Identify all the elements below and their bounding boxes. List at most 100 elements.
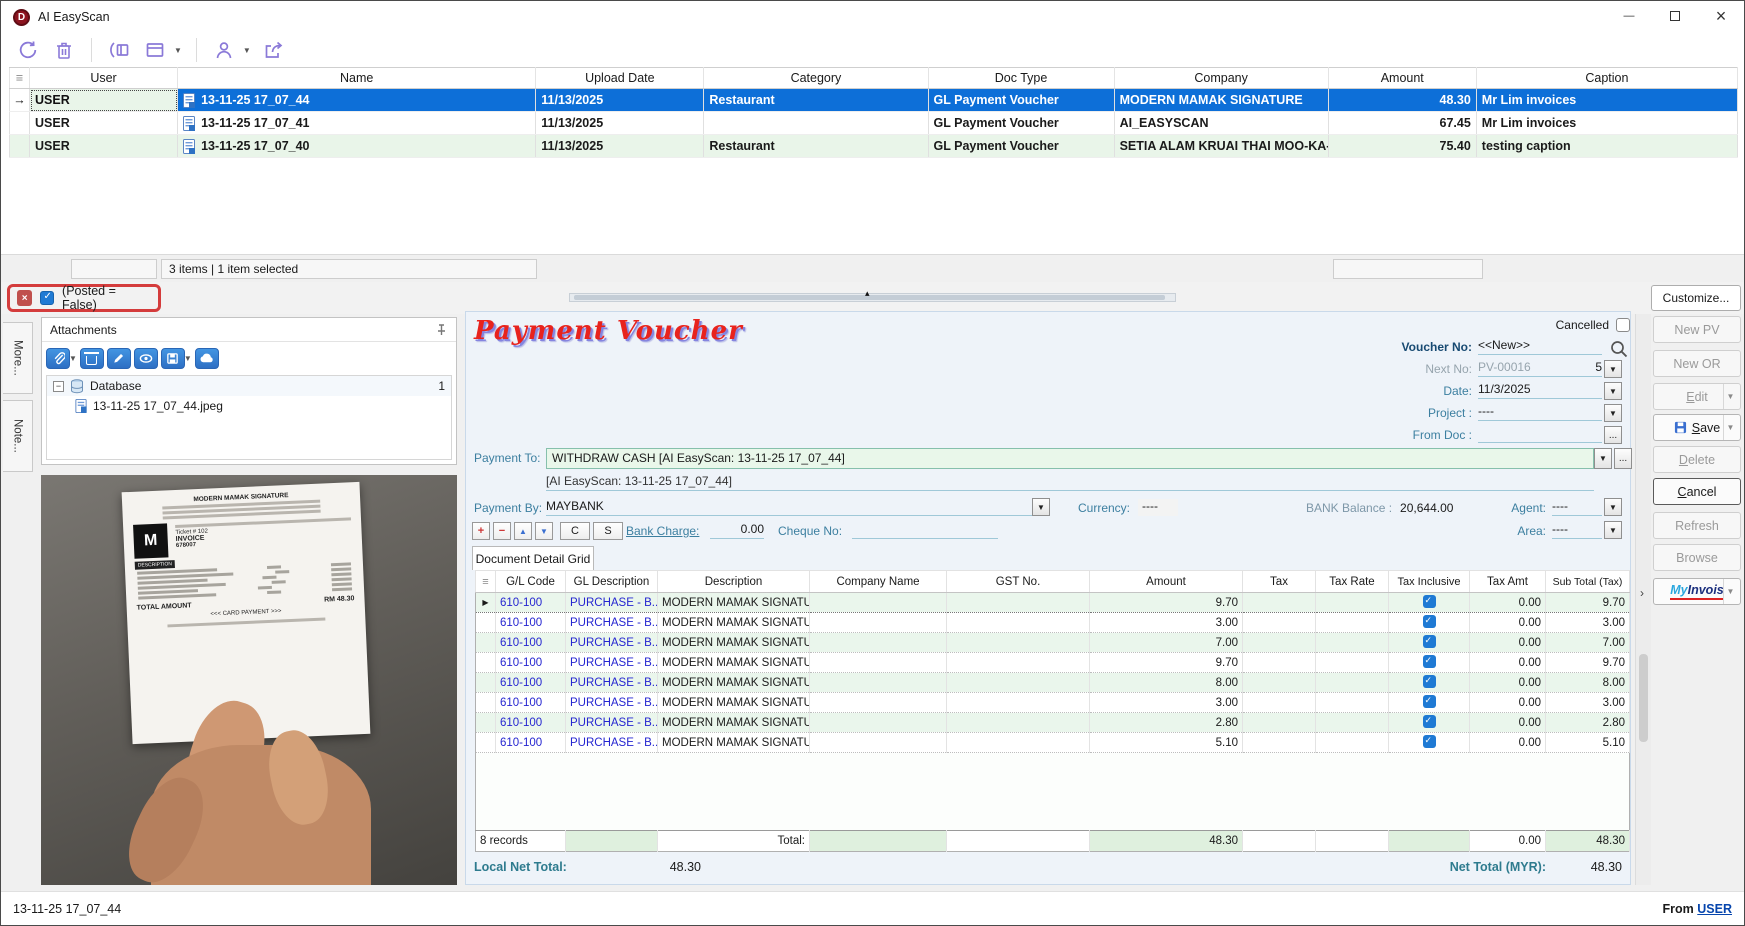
gcol-amount[interactable]: Amount — [1089, 570, 1243, 593]
col-header-doc-type[interactable]: Doc Type — [927, 67, 1115, 89]
gcol-sub-total[interactable]: Sub Total (Tax) — [1545, 570, 1630, 593]
grid-row[interactable]: ▶ 610-100 PURCHASE - B... MODERN MAMAK S… — [475, 712, 1630, 733]
col-header-name[interactable]: Name — [177, 67, 537, 89]
cloud-upload-button[interactable] — [194, 347, 219, 369]
view-attachment-button[interactable] — [133, 347, 158, 369]
grid-row[interactable]: ▶ 610-100 PURCHASE - B... MODERN MAMAK S… — [475, 672, 1630, 693]
s-button[interactable]: S — [593, 522, 623, 540]
close-button[interactable]: × — [1698, 1, 1744, 31]
pin-icon[interactable] — [434, 323, 448, 337]
payment-by-dropdown[interactable]: ▼ — [1032, 498, 1050, 516]
collapse-up-icon[interactable]: ▴ — [865, 288, 870, 299]
voucher-no-field[interactable]: <<New>> — [1478, 338, 1602, 355]
myinvois-button[interactable]: MyInvois ▼ — [1653, 578, 1741, 605]
add-row-button[interactable]: + — [472, 522, 490, 540]
sidebar-tab-note[interactable]: Note... — [3, 400, 33, 472]
myinvois-dropdown-arrow[interactable]: ▼ — [1723, 579, 1737, 604]
bank-charge-field[interactable]: 0.00 — [710, 522, 764, 539]
delete-button[interactable] — [51, 37, 77, 63]
sidebar-tab-more[interactable]: More... — [3, 322, 33, 394]
gcol-tax-amt[interactable]: Tax Amt — [1469, 570, 1546, 593]
collapse-panel-button[interactable] — [106, 37, 132, 63]
tax-inclusive-checkbox[interactable] — [1422, 634, 1436, 648]
save-dropdown-arrow[interactable]: ▼ — [184, 354, 192, 363]
refresh-button[interactable] — [15, 37, 41, 63]
remove-filter-button[interactable]: × — [17, 290, 33, 306]
col-header-user[interactable]: User — [28, 67, 179, 89]
menu-icon[interactable]: ≡ — [9, 67, 30, 89]
move-up-button[interactable]: ▲ — [514, 522, 532, 540]
collapse-right-icon[interactable]: › — [1640, 586, 1644, 600]
from-user-link[interactable]: USER — [1697, 902, 1732, 916]
horizontal-splitter-scrollbar[interactable] — [569, 293, 1176, 302]
refresh-button-side[interactable]: Refresh — [1653, 512, 1741, 539]
next-no-dropdown[interactable]: ▼ — [1604, 360, 1622, 378]
search-icon[interactable] — [1608, 338, 1630, 360]
date-dropdown[interactable]: ▼ — [1604, 382, 1622, 400]
bank-charge-link[interactable]: Bank Charge: — [626, 524, 699, 538]
col-header-amount[interactable]: Amount — [1327, 67, 1477, 89]
tab-document-detail-grid[interactable]: Document Detail Grid — [472, 546, 594, 570]
cancelled-checkbox[interactable] — [1616, 318, 1630, 332]
scrollbar-thumb[interactable] — [1639, 654, 1648, 742]
from-doc-browse-button[interactable]: ... — [1604, 426, 1622, 444]
gcol-gst-no[interactable]: GST No. — [946, 570, 1090, 593]
vertical-splitter[interactable]: › — [1635, 314, 1651, 885]
tree-collapse-icon[interactable]: − — [53, 380, 64, 392]
col-header-caption[interactable]: Caption — [1475, 67, 1739, 89]
grid-row[interactable]: ▶ 610-100 PURCHASE - B... MODERN MAMAK S… — [475, 612, 1630, 633]
user-button[interactable] — [211, 37, 237, 63]
tax-inclusive-checkbox[interactable] — [1422, 614, 1436, 628]
payment-to-browse-button[interactable]: ... — [1614, 448, 1632, 469]
gcol-tax[interactable]: Tax — [1242, 570, 1316, 593]
project-field[interactable]: ---- — [1478, 404, 1602, 421]
new-or-button[interactable]: New OR — [1653, 350, 1741, 377]
save-attachment-button[interactable] — [160, 347, 185, 369]
browse-button[interactable]: Browse — [1653, 544, 1741, 571]
save-dropdown-arrow[interactable]: ▼ — [1723, 415, 1737, 440]
agent-field[interactable]: ---- — [1552, 499, 1602, 516]
currency-field[interactable]: ---- — [1138, 499, 1178, 516]
payment-by-field[interactable]: MAYBANK — [546, 499, 1032, 516]
maximize-button[interactable] — [1652, 1, 1698, 31]
layout-button[interactable] — [142, 37, 168, 63]
edit-attachment-button[interactable] — [106, 347, 131, 369]
delete-attachment-button[interactable] — [79, 347, 104, 369]
minimize-button[interactable]: — — [1606, 1, 1652, 31]
c-button[interactable]: C — [560, 522, 590, 540]
payment-to-dropdown[interactable]: ▼ — [1594, 448, 1612, 469]
project-dropdown[interactable]: ▼ — [1604, 404, 1622, 422]
gcol-gl-code[interactable]: G/L Code — [495, 570, 566, 593]
gcol-description[interactable]: Description — [657, 570, 810, 593]
grid-row[interactable]: ▶ 610-100 PURCHASE - B... MODERN MAMAK S… — [475, 692, 1630, 713]
agent-dropdown[interactable]: ▼ — [1604, 498, 1622, 516]
tax-inclusive-checkbox[interactable] — [1422, 734, 1436, 748]
date-field[interactable]: 11/3/2025 — [1478, 382, 1602, 399]
tree-node-file[interactable]: 13-11-25 17_07_44.jpeg — [47, 396, 451, 416]
grid-row[interactable]: ▶ 610-100 PURCHASE - B... MODERN MAMAK S… — [475, 592, 1630, 613]
customize-button[interactable]: Customize... — [1651, 285, 1741, 311]
col-header-category[interactable]: Category — [703, 67, 929, 89]
gcol-tax-rate[interactable]: Tax Rate — [1315, 570, 1389, 593]
payment-to-combo[interactable]: WITHDRAW CASH [AI EasyScan: 13-11-25 17_… — [546, 448, 1594, 469]
edit-dropdown-arrow[interactable]: ▼ — [1723, 384, 1737, 409]
table-row[interactable]: → USER 13-11-25 17_07_44 11/13/2025 Rest… — [9, 88, 1739, 112]
grid-row[interactable]: ▶ 610-100 PURCHASE - B... MODERN MAMAK S… — [475, 732, 1630, 753]
user-dropdown-arrow[interactable]: ▼ — [243, 46, 251, 55]
menu-icon[interactable]: ≡ — [475, 570, 496, 593]
col-header-upload-date[interactable]: Upload Date — [535, 67, 705, 89]
gcol-gl-description[interactable]: GL Description — [565, 570, 658, 593]
tax-inclusive-checkbox[interactable] — [1422, 714, 1436, 728]
receipt-photo[interactable]: MODERN MAMAK SIGNATURE M Ticket # 102 IN… — [41, 475, 457, 885]
table-row[interactable]: → USER 13-11-25 17_07_41 11/13/2025 GL P… — [9, 111, 1739, 135]
remove-row-button[interactable]: − — [493, 522, 511, 540]
cancel-button[interactable]: Cancel — [1653, 478, 1741, 505]
grid-row[interactable]: ▶ 610-100 PURCHASE - B... MODERN MAMAK S… — [475, 632, 1630, 653]
tax-inclusive-checkbox[interactable] — [1422, 694, 1436, 708]
table-row[interactable]: → USER 13-11-25 17_07_40 11/13/2025 Rest… — [9, 134, 1739, 158]
tree-node-database[interactable]: − Database 1 — [47, 376, 451, 396]
move-down-button[interactable]: ▼ — [535, 522, 553, 540]
gcol-company-name[interactable]: Company Name — [809, 570, 947, 593]
filter-checkbox[interactable] — [40, 291, 55, 305]
area-field[interactable]: ---- — [1552, 522, 1602, 539]
